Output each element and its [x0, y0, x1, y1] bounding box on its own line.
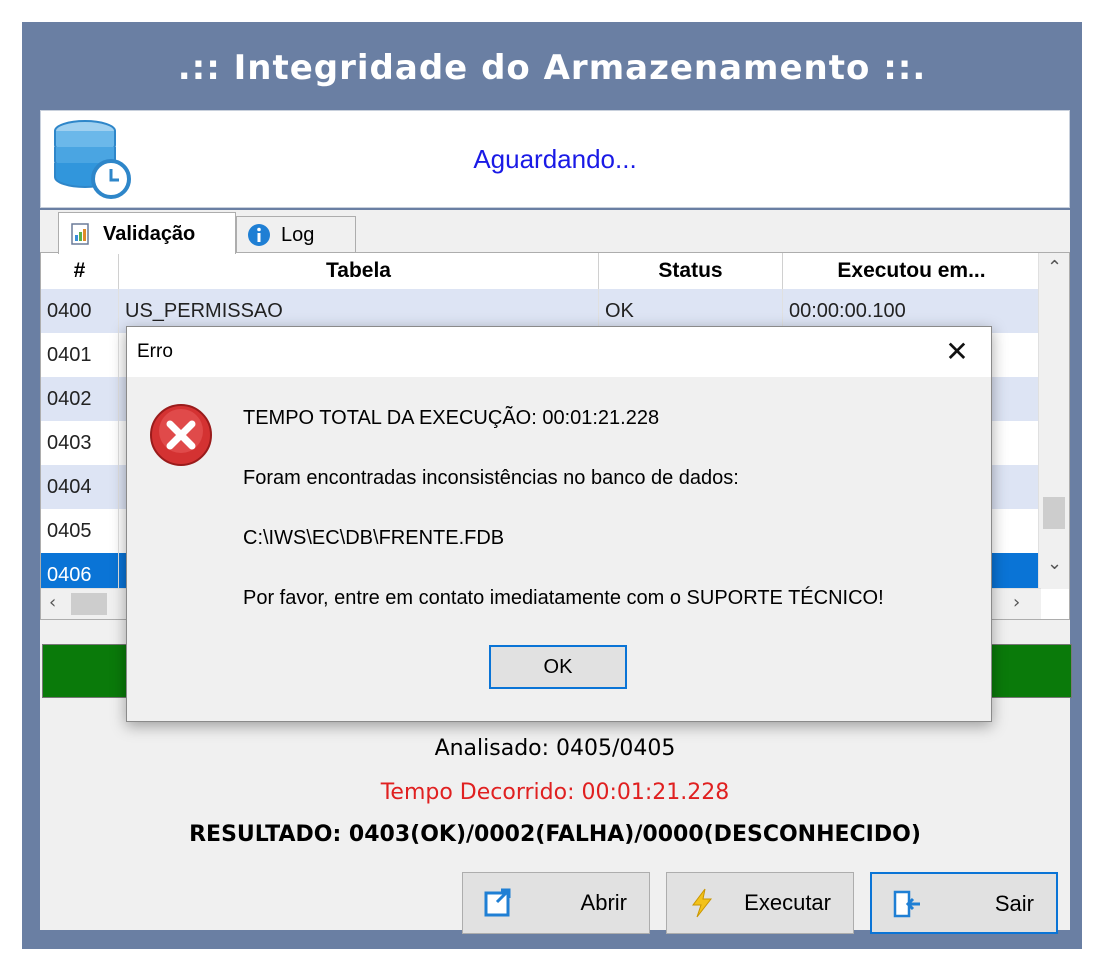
scroll-up-icon[interactable]: ⌃ — [1047, 257, 1062, 278]
scroll-left-icon[interactable]: ‹ — [49, 592, 56, 613]
close-icon[interactable]: ✕ — [937, 333, 977, 371]
cell-num: 0404 — [41, 465, 119, 509]
executar-label: Executar — [744, 890, 831, 915]
tempo-decorrido-label: Tempo Decorrido: 00:01:21.228 — [380, 780, 730, 805]
dialog-line-tempo: TEMPO TOTAL DA EXECUÇÃO: 00:01:21.228 — [243, 407, 660, 429]
dialog-line-inconsistencias: Foram encontradas inconsistências no ban… — [243, 467, 739, 489]
vertical-scroll-thumb[interactable] — [1043, 497, 1065, 529]
abrir-button[interactable]: Abrir — [462, 872, 650, 934]
col-status[interactable]: Status — [599, 253, 783, 289]
dialog-line-path: C:\IWS\EC\DB\FRENTE.FDB — [243, 527, 505, 549]
tab-validacao-label: Validação — [103, 223, 196, 245]
dialog-titlebar: Erro ✕ — [127, 327, 991, 377]
tab-validacao[interactable]: Validação — [58, 212, 236, 254]
resultado-label: RESULTADO: 0403(OK)/0002(FALHA)/0000(DES… — [189, 822, 921, 847]
executar-button[interactable]: Executar — [666, 872, 854, 934]
col-executou[interactable]: Executou em... — [783, 253, 1041, 289]
header-panel: Aguardando... — [40, 110, 1070, 208]
scroll-down-icon[interactable]: ⌄ — [1047, 553, 1062, 574]
grid-header: # Tabela Status Executou em... — [41, 253, 1041, 290]
window-title: .:: Integridade do Armazenamento ::. — [177, 48, 927, 88]
vertical-scrollbar[interactable]: ⌃ ⌄ — [1038, 253, 1069, 589]
dialog-line-suporte: Por favor, entre em contato imediatament… — [243, 587, 884, 609]
sair-button[interactable]: Sair — [870, 872, 1058, 934]
dialog-footer: OK — [127, 621, 991, 721]
abrir-label: Abrir — [580, 890, 627, 915]
cell-num: 0402 — [41, 377, 119, 421]
tab-strip: Validação Log — [40, 210, 1070, 254]
dialog-body: TEMPO TOTAL DA EXECUÇÃO: 00:01:21.228 Fo… — [127, 377, 991, 621]
error-dialog: Erro ✕ TEMPO TOTAL DA EXECUÇÃO: 00:01:21… — [126, 326, 992, 722]
open-icon — [484, 888, 511, 917]
col-num[interactable]: # — [41, 253, 119, 289]
cell-num: 0401 — [41, 333, 119, 377]
tab-log[interactable]: Log — [236, 216, 356, 252]
scroll-right-icon[interactable]: › — [1013, 592, 1020, 613]
report-icon — [71, 222, 89, 245]
error-icon — [150, 404, 212, 466]
dialog-title: Erro — [137, 341, 173, 362]
cell-num: 0403 — [41, 421, 119, 465]
sair-label: Sair — [994, 891, 1034, 916]
status-label: Aguardando... — [473, 144, 637, 174]
col-tabela[interactable]: Tabela — [119, 253, 599, 289]
lightning-icon — [692, 888, 713, 918]
tab-log-label: Log — [281, 224, 315, 246]
exit-door-icon — [893, 890, 920, 918]
cell-num: 0400 — [41, 289, 119, 333]
horizontal-scroll-thumb[interactable] — [71, 593, 107, 615]
ok-button[interactable]: OK — [489, 645, 627, 689]
analisado-label: Analisado: 0405/0405 — [434, 736, 676, 761]
cell-num: 0405 — [41, 509, 119, 553]
info-icon — [248, 223, 270, 246]
